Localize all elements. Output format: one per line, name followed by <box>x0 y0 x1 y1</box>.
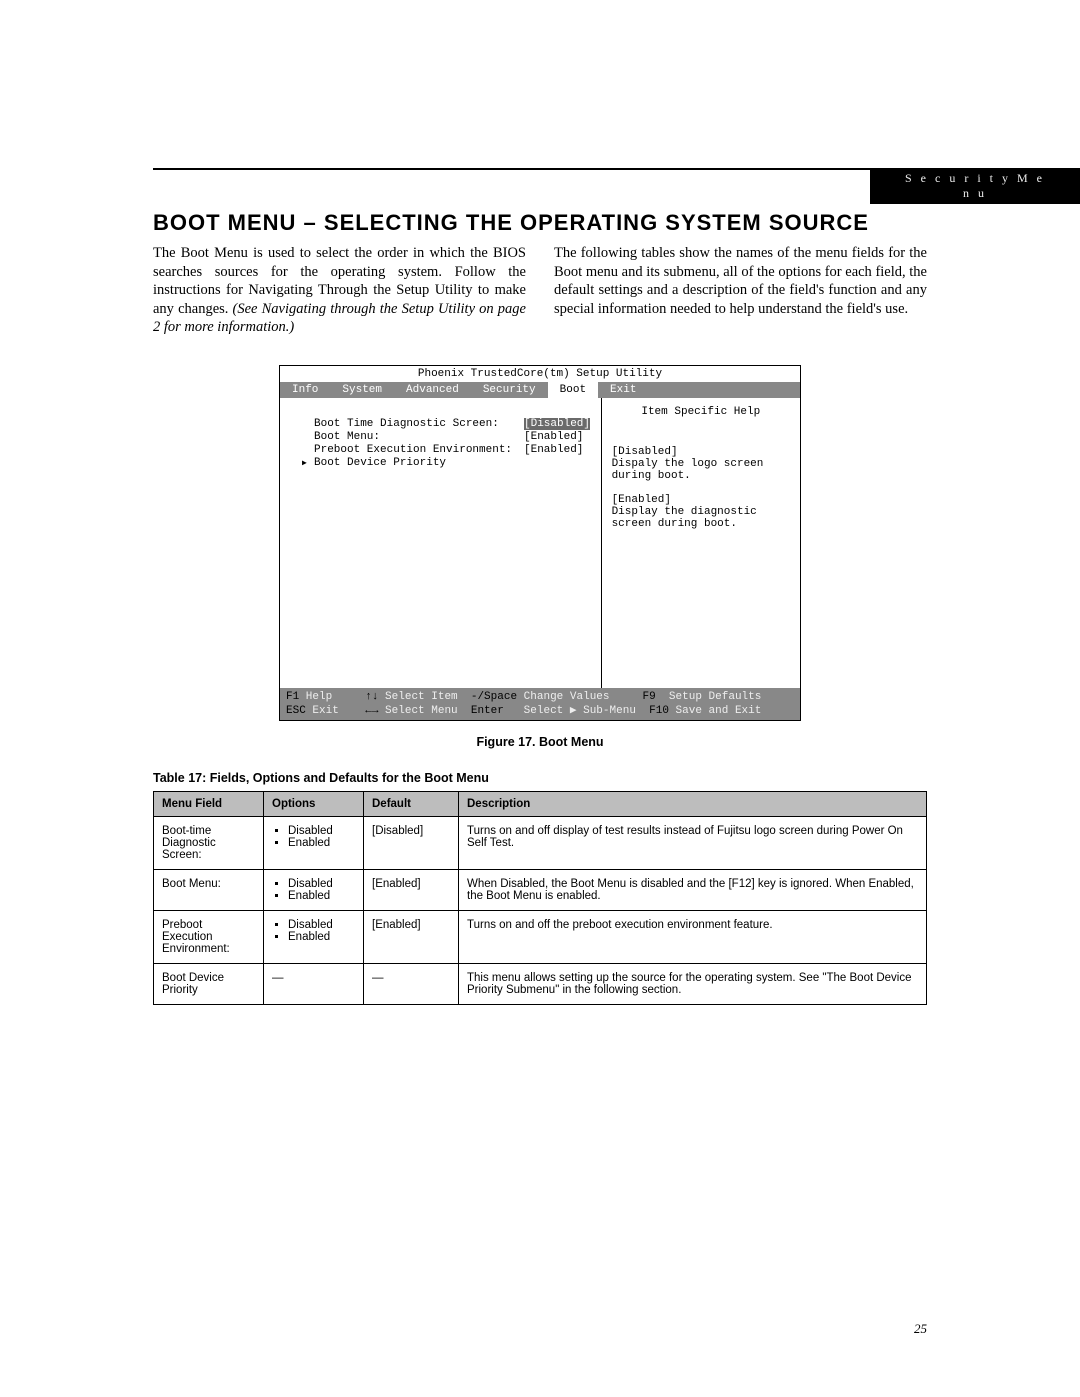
bios-key-label: Setup Defaults <box>662 691 761 703</box>
header-tag: S e c u r i t y M e n u <box>870 168 1080 204</box>
cell-field: Boot Device Priority <box>154 964 264 1005</box>
bios-key: F9 <box>643 691 656 703</box>
th-menu-field: Menu Field <box>154 792 264 817</box>
bios-title: Phoenix TrustedCore(tm) Setup Utility <box>280 366 800 382</box>
option-item: Enabled <box>288 931 355 943</box>
bios-key-label: Help <box>299 691 332 703</box>
two-column-text: The Boot Menu is used to select the orde… <box>153 244 927 337</box>
bios-row[interactable]: Boot Menu: [Enabled] <box>314 431 591 443</box>
bios-help-line: screen during boot. <box>612 518 790 530</box>
bios-key: ↑↓ <box>365 691 378 703</box>
table-row: Boot-time Diagnostic Screen: DisabledEna… <box>154 817 927 870</box>
bios-help-line: during boot. <box>612 470 790 482</box>
table-row: Preboot Execution Environment: DisabledE… <box>154 911 927 964</box>
bios-footer: F1 Help ↑↓ Select Item -/Space Change Va… <box>280 688 800 721</box>
cell-default: [Disabled] <box>364 817 459 870</box>
cell-field: Boot Menu: <box>154 870 264 911</box>
column-right: The following tables show the names of t… <box>554 244 927 337</box>
bios-tab-boot[interactable]: Boot <box>548 382 598 398</box>
bios-tab-exit[interactable]: Exit <box>598 382 648 398</box>
cell-field: Preboot Execution Environment: <box>154 911 264 964</box>
bios-key-label: Select Menu <box>378 705 457 717</box>
th-default: Default <box>364 792 459 817</box>
bios-key: F10 <box>649 705 669 717</box>
cell-options: DisabledEnabled <box>264 870 364 911</box>
bios-tab-system[interactable]: System <box>330 382 394 398</box>
figure-caption: Figure 17. Boot Menu <box>153 735 927 749</box>
cell-options: — <box>264 964 364 1005</box>
bios-left-pane: Boot Time Diagnostic Screen: [Disabled] … <box>280 398 602 688</box>
bios-help-title: Item Specific Help <box>612 406 790 418</box>
option-item: Enabled <box>288 890 355 902</box>
bios-help-pane: Item Specific Help [Disabled] Dispaly th… <box>602 398 800 688</box>
bios-help-line: [Enabled] <box>612 494 790 506</box>
cell-options: DisabledEnabled <box>264 817 364 870</box>
bios-key-label: Select Item <box>378 691 457 703</box>
bios-screenshot: Phoenix TrustedCore(tm) Setup Utility In… <box>279 365 801 722</box>
bios-key: Enter <box>471 705 504 717</box>
option-item: Disabled <box>288 878 355 890</box>
bios-help-line: [Disabled] <box>612 446 790 458</box>
bios-submenu-row[interactable]: Boot Device Priority <box>314 457 591 469</box>
bios-submenu-label: Boot Device Priority <box>314 457 524 469</box>
cell-desc: This menu allows setting up the source f… <box>459 964 927 1005</box>
cell-desc: Turns on and off the preboot execution e… <box>459 911 927 964</box>
page-title: BOOT MENU – SELECTING THE OPERATING SYST… <box>153 210 927 236</box>
bios-key-label: Change Values <box>517 691 609 703</box>
cell-desc: When Disabled, the Boot Menu is disabled… <box>459 870 927 911</box>
bios-row[interactable]: Preboot Execution Environment: [Enabled] <box>314 444 591 456</box>
table-row: Boot Device Priority — — This menu allow… <box>154 964 927 1005</box>
bios-key: -/Space <box>471 691 517 703</box>
th-description: Description <box>459 792 927 817</box>
cell-desc: Turns on and off display of test results… <box>459 817 927 870</box>
option-item: Disabled <box>288 825 355 837</box>
bios-help-line: Dispaly the logo screen <box>612 458 790 470</box>
th-options: Options <box>264 792 364 817</box>
cell-field: Boot-time Diagnostic Screen: <box>154 817 264 870</box>
bios-field-label: Boot Time Diagnostic Screen: <box>314 418 524 430</box>
bios-key-label: Select ▶ Sub-Menu <box>504 705 636 717</box>
bios-tab-info[interactable]: Info <box>280 382 330 398</box>
document-page: S e c u r i t y M e n u BOOT MENU – SELE… <box>0 0 1080 1397</box>
option-item: Enabled <box>288 837 355 849</box>
bios-help-line <box>612 482 790 494</box>
bios-key: ESC <box>286 705 306 717</box>
bios-key-label: Exit <box>306 705 339 717</box>
bios-menubar: Info System Advanced Security Boot Exit <box>280 382 800 398</box>
option-item: Disabled <box>288 919 355 931</box>
bios-field-value[interactable]: [Enabled] <box>524 431 583 443</box>
table-caption: Table 17: Fields, Options and Defaults f… <box>153 771 927 785</box>
boot-menu-table: Menu Field Options Default Description B… <box>153 791 927 1005</box>
column-left: The Boot Menu is used to select the orde… <box>153 244 526 337</box>
bios-field-label: Boot Menu: <box>314 431 524 443</box>
cell-options: DisabledEnabled <box>264 911 364 964</box>
bios-field-label: Preboot Execution Environment: <box>314 444 524 456</box>
bios-tab-advanced[interactable]: Advanced <box>394 382 471 398</box>
cell-default: [Enabled] <box>364 911 459 964</box>
page-number: 25 <box>914 1321 927 1337</box>
bios-field-value[interactable]: [Disabled] <box>524 418 590 430</box>
cell-default: — <box>364 964 459 1005</box>
bios-field-value[interactable]: [Enabled] <box>524 444 583 456</box>
table-row: Boot Menu: DisabledEnabled [Enabled] Whe… <box>154 870 927 911</box>
top-rule <box>153 168 927 170</box>
cell-default: [Enabled] <box>364 870 459 911</box>
bios-key: F1 <box>286 691 299 703</box>
bios-key-label: Save and Exit <box>669 705 761 717</box>
bios-tab-security[interactable]: Security <box>471 382 548 398</box>
bios-key: ←→ <box>365 705 378 717</box>
bios-help-line: Display the diagnostic <box>612 506 790 518</box>
bios-row[interactable]: Boot Time Diagnostic Screen: [Disabled] <box>314 418 591 430</box>
